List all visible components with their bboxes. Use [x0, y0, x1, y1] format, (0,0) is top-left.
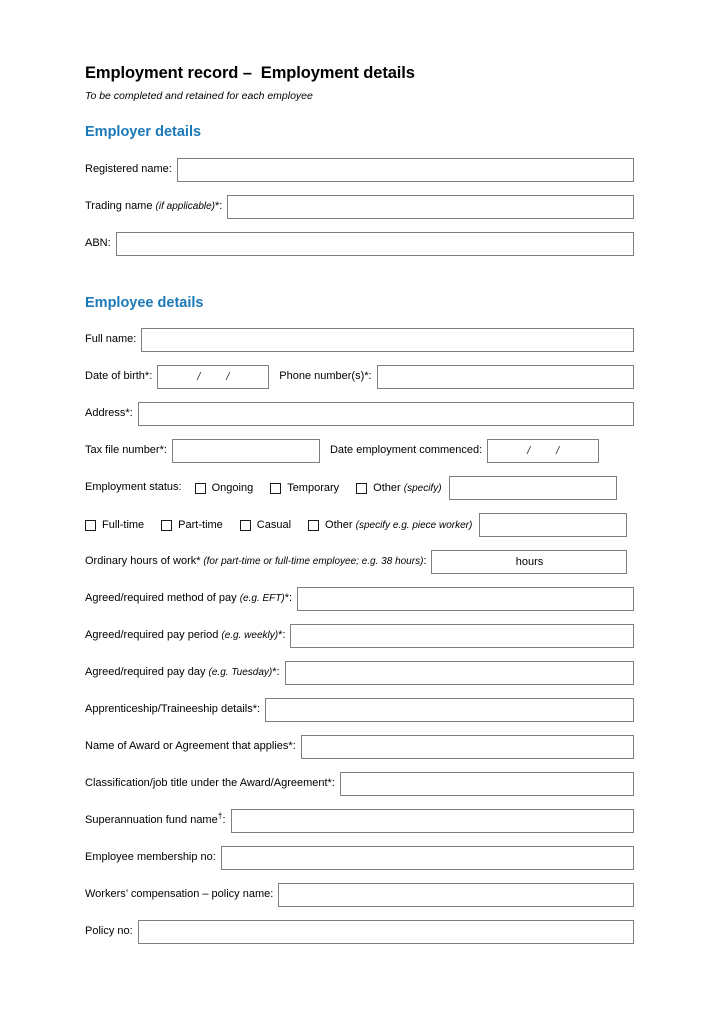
label-membership-no: Employee membership no: — [85, 851, 216, 864]
input-method-of-pay[interactable] — [297, 587, 634, 612]
label-date-of-birth: Date of birth*: — [85, 370, 153, 383]
label-abn: ABN: — [85, 236, 111, 249]
field-row-award-name: Name of Award or Agreement that applies*… — [85, 735, 634, 760]
checkbox-type-other[interactable] — [308, 519, 320, 531]
page-subtitle: To be completed and retained for each em… — [85, 89, 313, 102]
checkbox-part-time[interactable] — [161, 519, 173, 531]
label-workers-comp: Workers’ compensation – policy name: — [85, 888, 274, 901]
checkbox-group-employment-status: Ongoing Temporary Other (specify) — [187, 482, 449, 494]
input-employment-status-other[interactable] — [448, 476, 617, 501]
label-policy-no: Policy no: — [85, 925, 133, 938]
field-row-trading-name: Trading name (if applicable)*: — [85, 194, 634, 219]
input-apprenticeship[interactable] — [265, 698, 634, 723]
checkbox-full-time[interactable] — [85, 519, 96, 531]
date-separator-1: / — [527, 445, 531, 458]
checkbox-label-ongoing: Ongoing — [211, 482, 254, 495]
input-workers-comp[interactable] — [278, 883, 634, 908]
input-phone-number[interactable] — [376, 365, 634, 390]
field-row-ordinary-hours: Ordinary hours of work* (for part-time o… — [85, 550, 634, 575]
field-row-tfn-commenced: Tax file number*: Date employment commen… — [85, 439, 634, 464]
input-policy-no[interactable] — [137, 920, 634, 945]
page-title: Employment record – Employment details — [85, 64, 415, 82]
label-super-fund: Superannuation fund name†: — [85, 810, 226, 827]
checkbox-item-status-other[interactable]: Other (specify) — [356, 482, 442, 495]
checkbox-temporary[interactable] — [270, 482, 282, 494]
section-heading-employer: Employer details — [85, 124, 202, 141]
field-row-method-of-pay: Agreed/required method of pay (e.g. EFT)… — [85, 587, 634, 612]
document-page: Employment record – Employment details T… — [0, 0, 724, 1024]
input-trading-name[interactable] — [227, 194, 634, 219]
label-full-name: Full name: — [85, 333, 137, 346]
checkbox-label-status-other: Other (specify) — [373, 482, 442, 495]
checkbox-casual[interactable] — [239, 519, 251, 531]
input-pay-period[interactable] — [290, 624, 634, 649]
field-row-pay-period: Agreed/required pay period (e.g. weekly)… — [85, 624, 634, 649]
label-apprenticeship: Apprenticeship/Traineeship details*: — [85, 703, 261, 716]
checkbox-label-full-time: Full-time — [102, 519, 145, 532]
input-award-name[interactable] — [300, 735, 634, 760]
input-classification[interactable] — [339, 772, 634, 797]
checkbox-label-casual: Casual — [256, 519, 292, 532]
label-date-commenced: Date employment commenced: — [329, 444, 483, 457]
ordinary-hours-unit: hours — [515, 556, 544, 569]
checkbox-ongoing[interactable] — [194, 482, 206, 494]
input-super-fund[interactable] — [230, 809, 634, 834]
date-separator-2: / — [556, 445, 560, 458]
date-separator-2: / — [226, 371, 230, 384]
field-row-apprenticeship: Apprenticeship/Traineeship details*: — [85, 698, 634, 723]
input-date-of-birth[interactable]: / / — [157, 365, 270, 390]
checkbox-status-other[interactable] — [356, 482, 368, 494]
field-row-membership-no: Employee membership no: — [85, 846, 634, 871]
checkbox-item-ongoing[interactable]: Ongoing — [194, 482, 254, 495]
field-row-address: Address*: — [85, 402, 634, 427]
checkbox-item-temporary[interactable]: Temporary — [270, 482, 339, 494]
label-ordinary-hours: Ordinary hours of work* (for part-time o… — [85, 555, 427, 568]
input-ordinary-hours[interactable]: hours — [431, 550, 628, 575]
input-membership-no[interactable] — [220, 846, 634, 871]
document-content: Employment record – Employment details T… — [85, 64, 634, 957]
section-heading-employee: Employee details — [85, 294, 204, 311]
input-full-name[interactable] — [141, 328, 634, 353]
label-method-of-pay: Agreed/required method of pay (e.g. EFT)… — [85, 592, 293, 605]
checkbox-group-employment-type: Full-time Part-time Casual Other (specif… — [85, 519, 479, 531]
label-address: Address*: — [85, 407, 133, 420]
label-classification: Classification/job title under the Award… — [85, 777, 335, 790]
checkbox-item-casual[interactable]: Casual — [239, 519, 292, 532]
label-phone-number: Phone number(s)*: — [279, 370, 372, 383]
input-tax-file-number[interactable] — [171, 439, 320, 464]
label-award-name: Name of Award or Agreement that applies*… — [85, 740, 296, 753]
input-registered-name[interactable] — [176, 157, 634, 182]
input-date-commenced[interactable]: / / — [487, 439, 600, 464]
input-pay-day[interactable] — [284, 661, 634, 686]
field-row-employment-type: Full-time Part-time Casual Other (specif… — [85, 513, 634, 538]
field-row-dob-phone: Date of birth*: / / Phone number(s)*: — [85, 365, 634, 390]
input-abn[interactable] — [115, 231, 634, 256]
label-employment-status: Employment status: — [85, 481, 182, 494]
label-registered-name: Registered name: — [85, 162, 172, 175]
label-pay-day: Agreed/required pay day (e.g. Tuesday)*: — [85, 666, 280, 679]
label-tax-file-number: Tax file number*: — [85, 444, 167, 457]
checkbox-label-temporary: Temporary — [287, 482, 340, 495]
field-row-registered-name: Registered name: — [85, 157, 634, 182]
label-pay-period: Agreed/required pay period (e.g. weekly)… — [85, 629, 286, 642]
field-row-workers-comp: Workers’ compensation – policy name: — [85, 883, 634, 908]
checkbox-item-type-other[interactable]: Other (specify e.g. piece worker) — [308, 519, 472, 531]
field-row-policy-no: Policy no: — [85, 920, 634, 945]
checkbox-label-part-time: Part-time — [178, 519, 223, 532]
field-row-abn: ABN: — [85, 231, 634, 256]
field-row-pay-day: Agreed/required pay day (e.g. Tuesday)*: — [85, 661, 634, 686]
field-row-super-fund: Superannuation fund name†: — [85, 809, 634, 834]
input-address[interactable] — [137, 402, 634, 427]
checkbox-item-part-time[interactable]: Part-time — [161, 519, 223, 531]
date-separator-1: / — [197, 371, 201, 384]
field-row-classification: Classification/job title under the Award… — [85, 772, 634, 797]
input-employment-type-other[interactable] — [479, 513, 628, 538]
label-trading-name: Trading name (if applicable)*: — [85, 199, 223, 212]
checkbox-label-type-other: Other (specify e.g. piece worker) — [325, 519, 473, 532]
checkbox-item-full-time[interactable]: Full-time — [85, 519, 144, 531]
field-row-employment-status: Employment status: Ongoing Temporary Oth… — [85, 476, 634, 501]
field-row-full-name: Full name: — [85, 328, 634, 353]
